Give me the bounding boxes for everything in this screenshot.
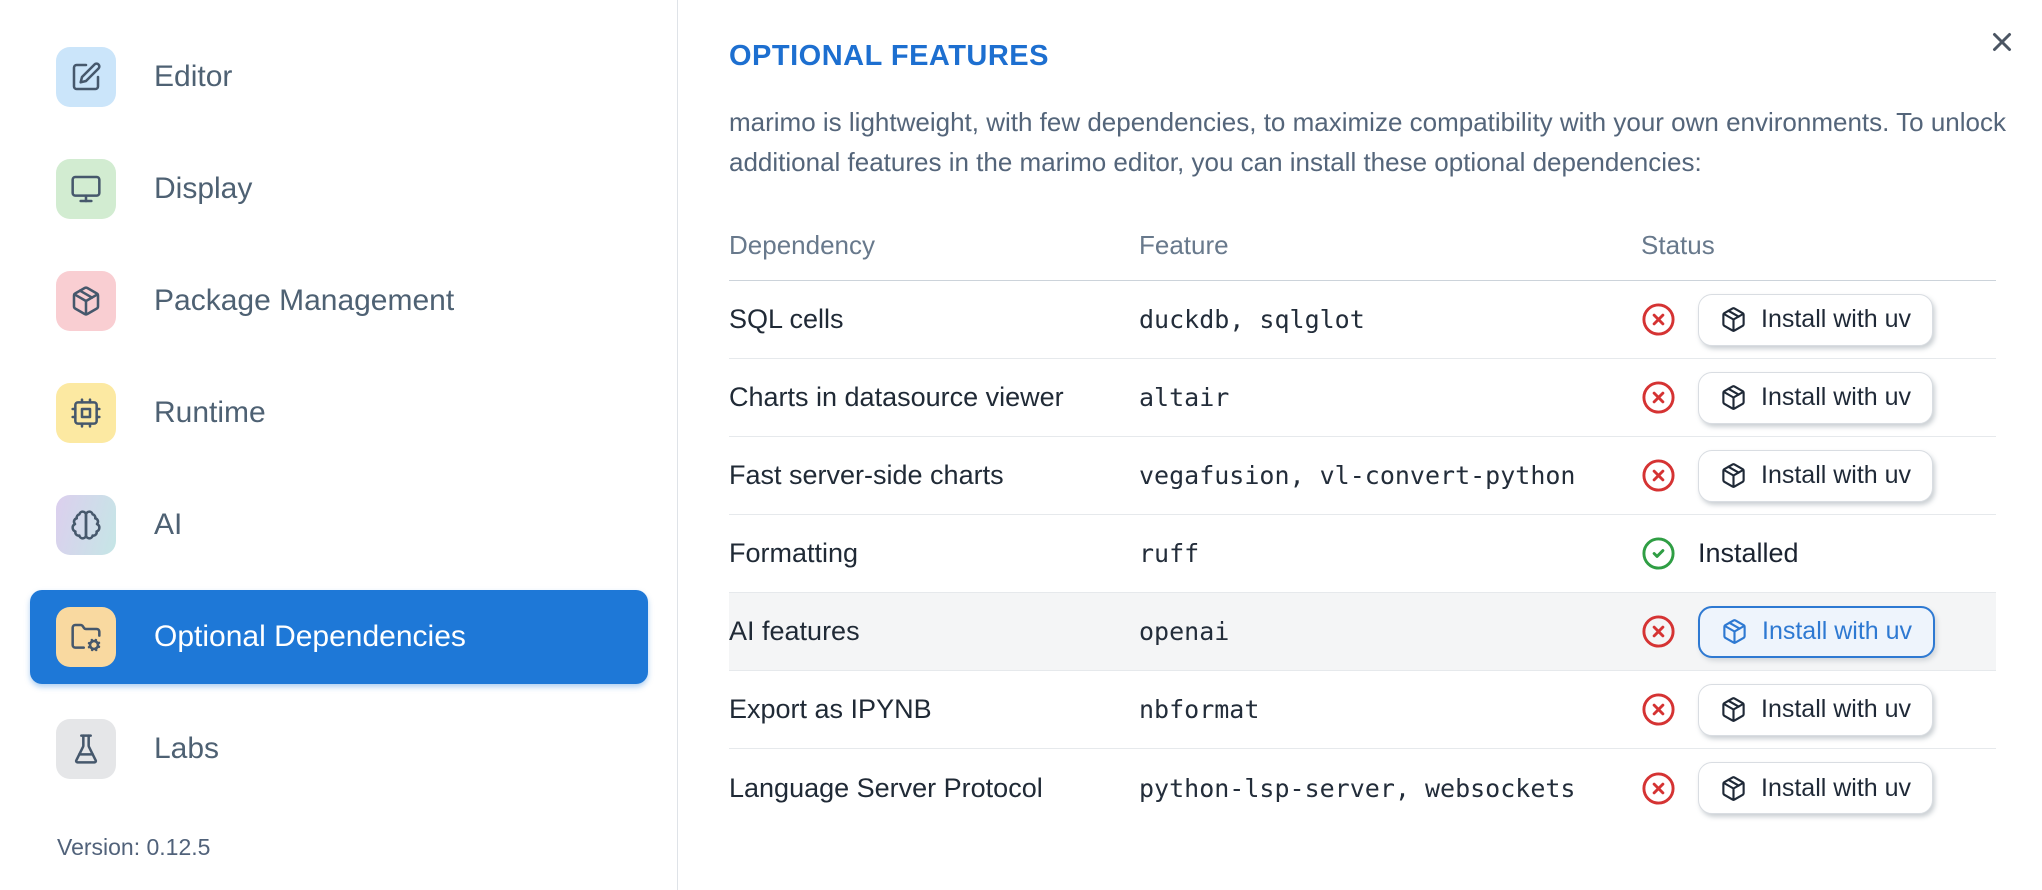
status-cell: Install with uv — [1641, 293, 1996, 346]
circle-x-icon — [1641, 380, 1676, 415]
install-with-uv-button[interactable]: Install with uv — [1698, 449, 1934, 502]
sidebar-item-label: Editor — [154, 60, 233, 93]
table-row: Export as IPYNB nbformat Install with uv — [729, 671, 1996, 749]
sidebar-item-ai[interactable]: AI — [30, 478, 648, 572]
package-icon — [56, 271, 116, 331]
sidebar-nav: Editor Display Package Management Runtim… — [30, 30, 648, 796]
install-with-uv-button[interactable]: Install with uv — [1698, 371, 1934, 424]
table-row: AI features openai Install with uv — [729, 593, 1996, 671]
feature-cell: ruff — [1139, 539, 1200, 568]
sidebar-item-display[interactable]: Display — [30, 142, 648, 236]
settings-sidebar: Editor Display Package Management Runtim… — [0, 0, 678, 890]
sidebar-item-label: AI — [154, 508, 183, 541]
circle-x-icon — [1641, 771, 1676, 806]
feature-cell: python-lsp-server, websockets — [1139, 773, 1576, 803]
circle-x-icon — [1641, 614, 1676, 649]
table-header: Dependency Feature Status — [729, 210, 1996, 281]
dependency-cell: Charts in datasource viewer — [729, 382, 1064, 412]
feature-cell: vegafusion, vl-convert-python — [1139, 461, 1576, 490]
sidebar-item-optional-dependencies[interactable]: Optional Dependencies — [30, 590, 648, 684]
flask-icon — [56, 719, 116, 779]
package-icon — [1723, 619, 1746, 644]
dependency-cell: Formatting — [729, 538, 859, 568]
table-row: Language Server Protocol python-lsp-serv… — [729, 749, 1996, 827]
feature-cell: duckdb, sqlglot — [1139, 305, 1365, 334]
installed-status-label: Installed — [1698, 538, 1799, 568]
table-row: Charts in datasource viewer altair Insta… — [729, 359, 1996, 437]
feature-cell: openai — [1139, 617, 1230, 646]
status-cell: Install with uv — [1641, 683, 1996, 736]
monitor-icon — [56, 159, 116, 219]
install-with-uv-button[interactable]: Install with uv — [1698, 683, 1934, 736]
package-icon — [1722, 697, 1745, 722]
page-title: OPTIONAL FEATURES — [729, 40, 1049, 72]
sidebar-item-label: Display — [154, 172, 253, 205]
dependency-cell: Export as IPYNB — [729, 694, 932, 724]
circle-x-icon — [1641, 458, 1676, 493]
package-icon — [1722, 775, 1745, 801]
status-cell: Install with uv — [1641, 762, 1996, 814]
feature-cell: nbformat — [1139, 695, 1260, 724]
cpu-icon — [56, 383, 116, 443]
circle-x-icon — [1641, 302, 1676, 337]
dependency-cell: SQL cells — [729, 304, 844, 334]
dependency-cell: AI features — [729, 616, 860, 646]
version-label: Version: 0.12.5 — [57, 834, 211, 860]
circle-x-icon — [1641, 692, 1676, 727]
optional-features-panel: OPTIONAL FEATURES marimo is lightweight,… — [679, 0, 2042, 890]
sidebar-item-label: Labs — [154, 732, 220, 765]
table-row: SQL cells duckdb, sqlglot Install with u… — [729, 281, 1996, 359]
sidebar-item-label: Runtime — [154, 396, 266, 429]
install-with-uv-button[interactable]: Install with uv — [1698, 762, 1934, 814]
table-row: Formatting ruff Installed — [729, 515, 1996, 593]
dependencies-table: Dependency Feature Status SQL cells duck… — [729, 210, 1996, 827]
column-header-dependency: Dependency — [729, 229, 875, 260]
close-icon — [1993, 33, 2011, 51]
dialog-description: marimo is lightweight, with few dependen… — [729, 107, 2006, 177]
square-pen-icon — [56, 47, 116, 107]
package-icon — [1722, 385, 1745, 410]
status-cell: Install with uv — [1641, 449, 1996, 502]
sidebar-item-runtime[interactable]: Runtime — [30, 366, 648, 460]
install-with-uv-button[interactable]: Install with uv — [1698, 605, 1936, 658]
column-header-status: Status — [1641, 229, 1715, 260]
status-cell: Install with uv — [1641, 605, 1996, 658]
folder-cog-icon — [56, 607, 116, 667]
dependency-cell: Fast server-side charts — [729, 460, 1004, 490]
install-with-uv-button[interactable]: Install with uv — [1698, 293, 1934, 346]
close-button[interactable] — [1978, 18, 2026, 66]
sidebar-item-label: Package Management — [154, 284, 455, 317]
package-icon — [1722, 463, 1745, 488]
sidebar-item-label: Optional Dependencies — [154, 620, 466, 653]
sidebar-item-editor[interactable]: Editor — [30, 30, 648, 124]
package-icon — [1722, 307, 1745, 332]
table-row: Fast server-side charts vegafusion, vl-c… — [729, 437, 1996, 515]
status-cell: Install with uv — [1641, 371, 1996, 424]
column-header-feature: Feature — [1139, 229, 1229, 260]
status-cell: Installed — [1641, 536, 1996, 571]
brain-icon — [56, 495, 116, 555]
dependency-cell: Language Server Protocol — [729, 772, 1043, 803]
circle-check-icon — [1641, 536, 1676, 571]
sidebar-item-labs[interactable]: Labs — [30, 702, 648, 796]
feature-cell: altair — [1139, 383, 1230, 412]
sidebar-item-package-management[interactable]: Package Management — [30, 254, 648, 348]
